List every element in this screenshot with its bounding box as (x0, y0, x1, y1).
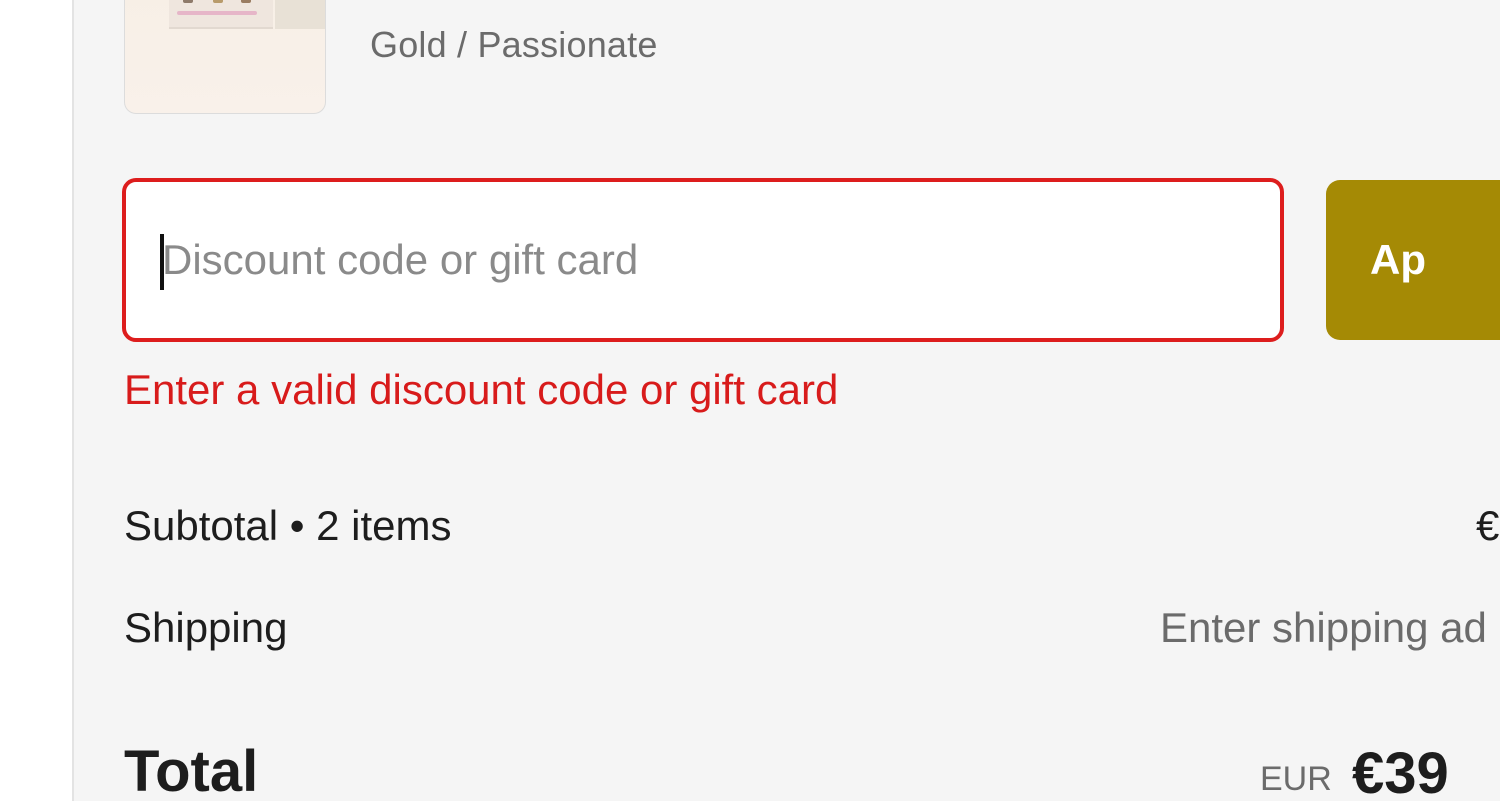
shipping-value: Enter shipping ad (1160, 604, 1487, 651)
discount-code-field[interactable] (122, 178, 1284, 342)
product-variant-label: Gold / Passionate (370, 24, 658, 65)
product-image-detail (213, 0, 223, 3)
product-image-box (169, 0, 273, 29)
checkout-page: Gold / Passionate Ap Enter a valid disco… (0, 0, 1500, 801)
discount-code-input[interactable] (162, 218, 1262, 302)
product-thumbnail (124, 0, 326, 114)
shipping-label: Shipping (124, 604, 288, 651)
discount-error-message: Enter a valid discount code or gift card (124, 366, 839, 413)
text-caret (160, 234, 164, 290)
product-image-detail (241, 0, 251, 3)
total-label: Total (124, 739, 259, 801)
subtotal-value: € (1476, 502, 1500, 549)
apply-discount-button[interactable]: Ap (1326, 180, 1500, 340)
product-image-stripe (177, 11, 257, 15)
total-value: €39 (1352, 741, 1449, 801)
product-image-detail (183, 0, 193, 3)
product-image-shade (275, 0, 325, 29)
currency-code: EUR (1260, 760, 1332, 798)
subtotal-label: Subtotal • 2 items (124, 502, 452, 549)
checkout-form-pane (0, 0, 72, 801)
